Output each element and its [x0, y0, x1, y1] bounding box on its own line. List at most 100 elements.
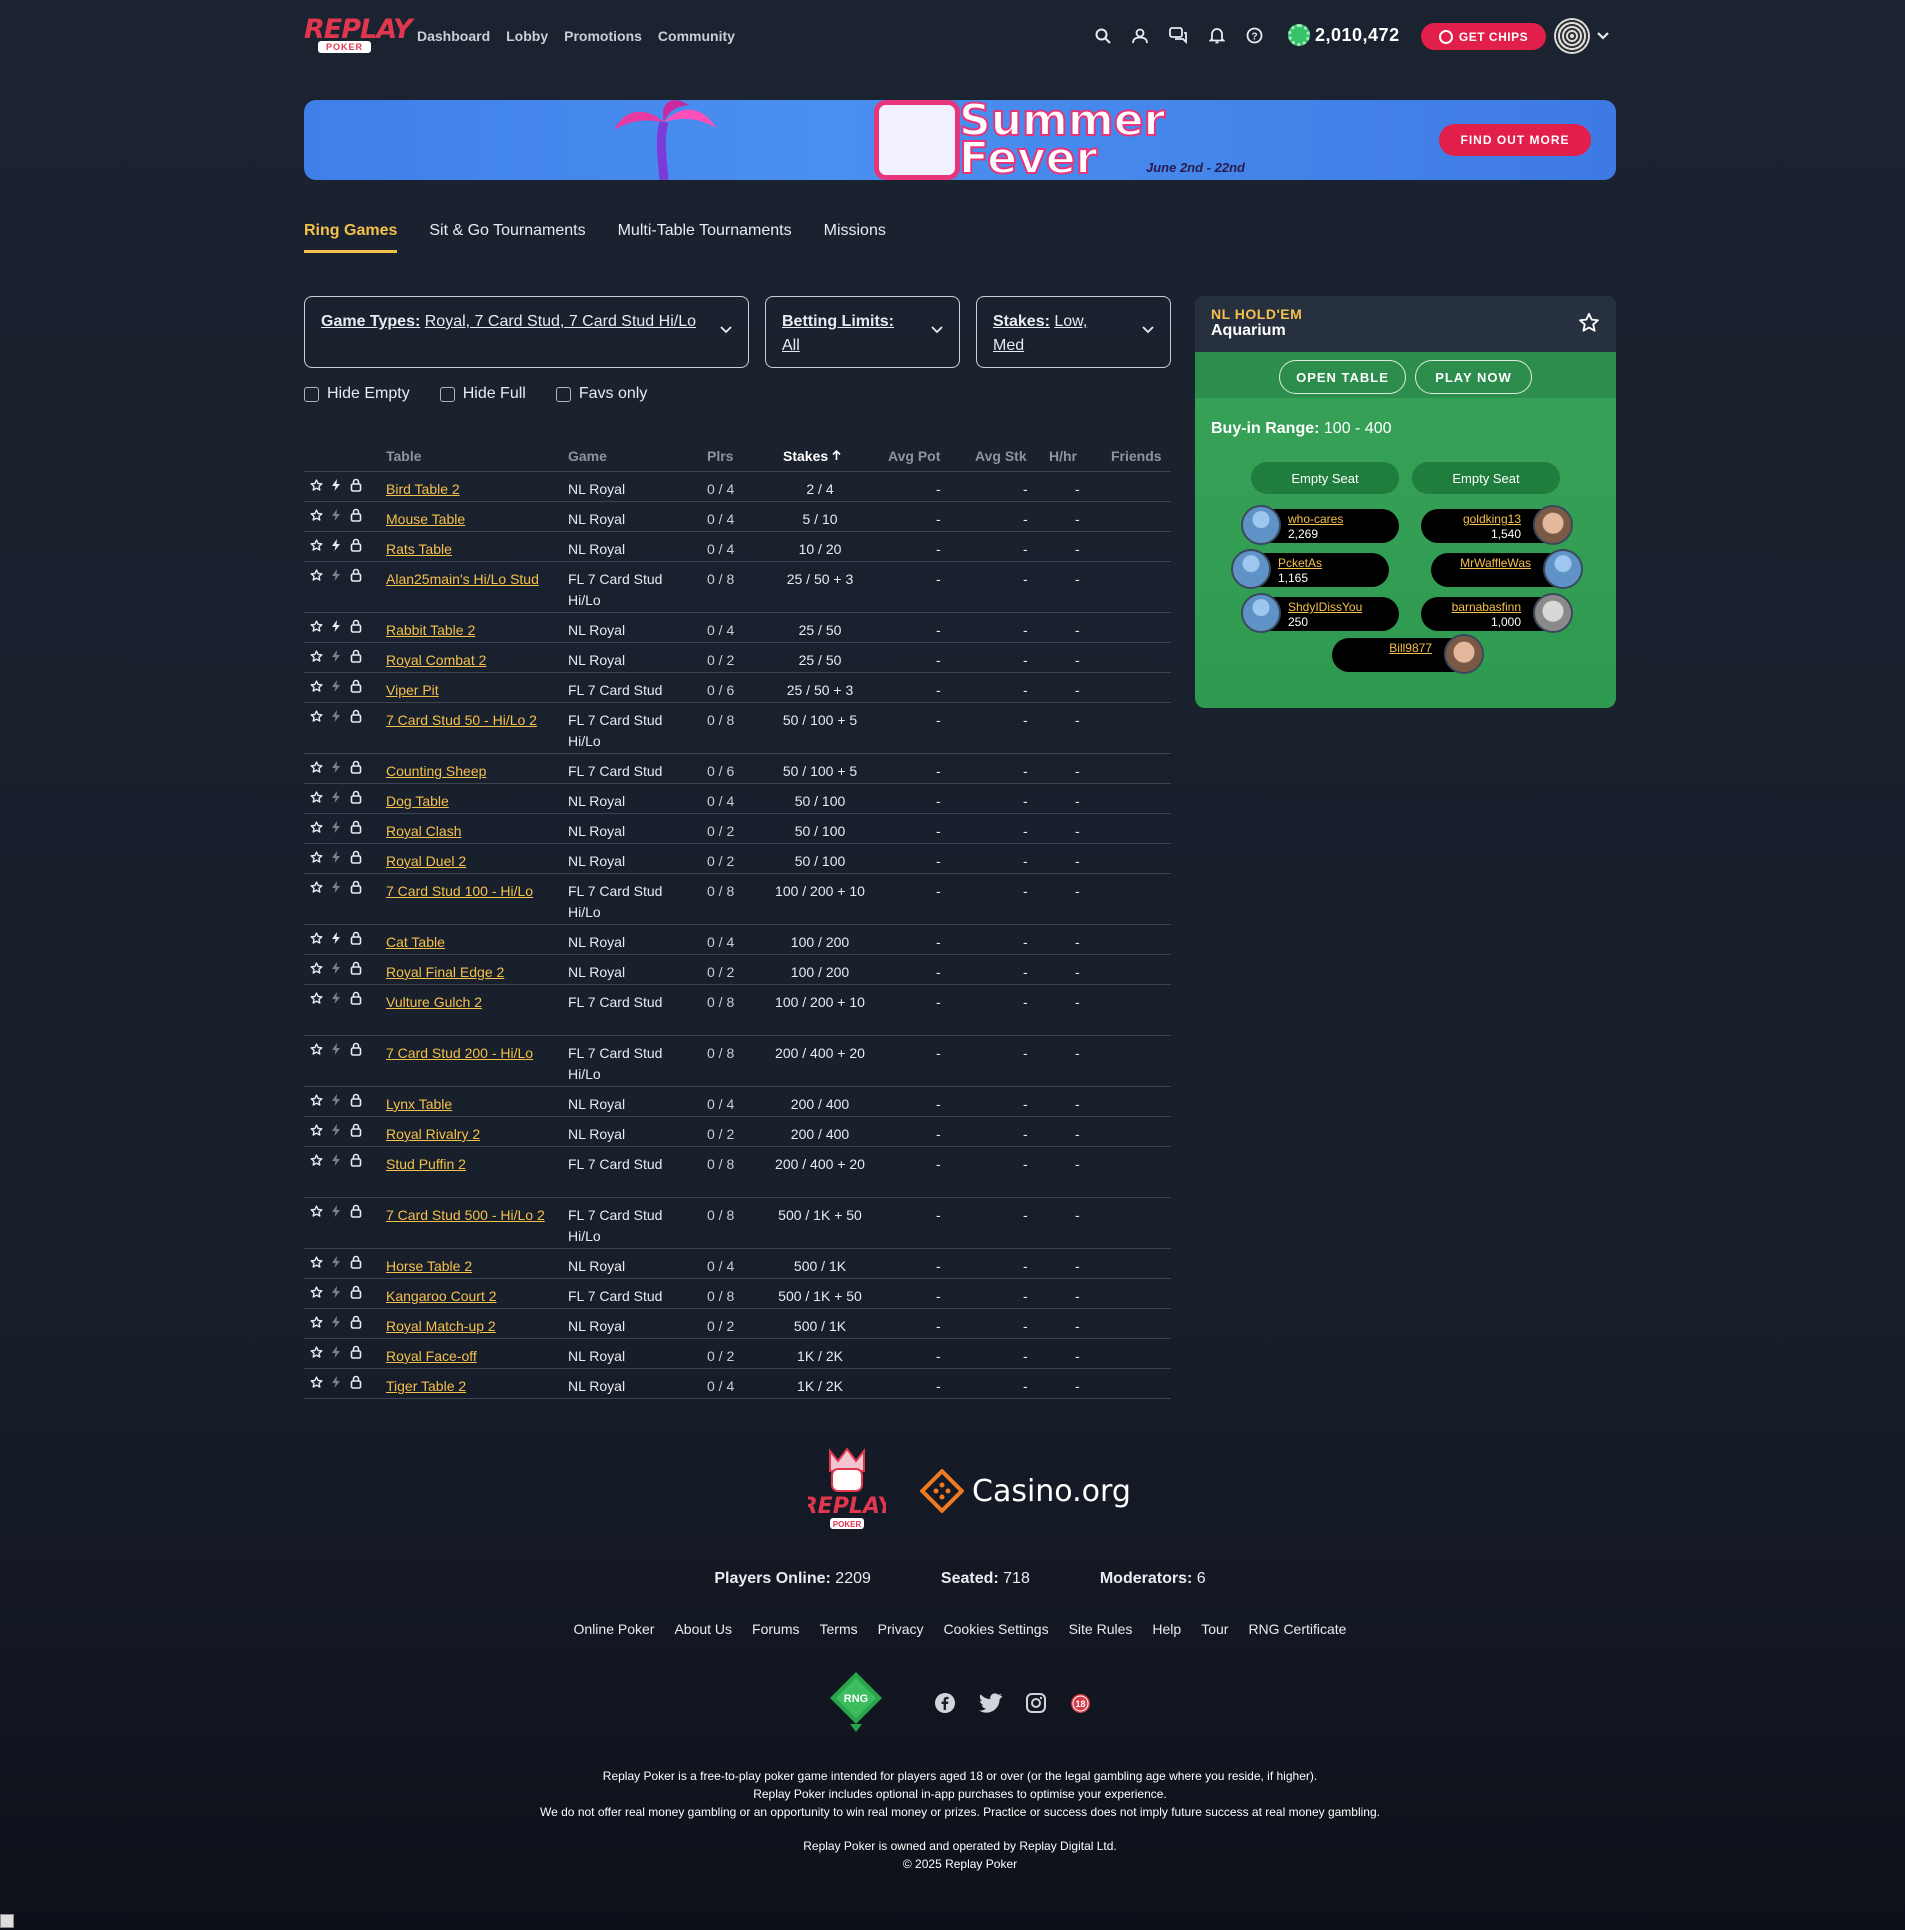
nav-promotions[interactable]: Promotions [564, 28, 642, 44]
footer-link-help[interactable]: Help [1152, 1621, 1181, 1637]
footer-link-tour[interactable]: Tour [1201, 1621, 1228, 1637]
search-icon[interactable] [1092, 25, 1113, 46]
table-row[interactable]: Kangaroo Court 2 FL 7 Card Stud 0 / 8 500 /… [304, 1279, 1171, 1309]
hide-empty-checkbox[interactable]: Hide Empty [304, 385, 410, 403]
table-name-link[interactable]: Lynx Table [386, 1094, 452, 1115]
rng-certified-badge[interactable]: RNG [828, 1670, 884, 1734]
table-row[interactable]: Royal Face-off NL Royal 0 / 2 1K / 2K - - - [304, 1339, 1171, 1369]
favs-only-checkbox[interactable]: Favs only [555, 385, 647, 403]
table-row[interactable]: 7 Card Stud 100 - Hi/Lo FL 7 Card Stud Hi… [304, 874, 1171, 925]
table-row[interactable]: Rats Table NL Royal 0 / 4 10 / 20 - - - [304, 532, 1171, 562]
player-name[interactable]: Bill9877 [1389, 641, 1432, 655]
table-row[interactable]: Viper Pit FL 7 Card Stud 0 / 6 25 / 50 + 3 -… [304, 673, 1171, 703]
table-name-link[interactable]: 7 Card Stud 100 - Hi/Lo [386, 881, 533, 902]
favorite-star-icon[interactable] [309, 991, 323, 1005]
table-row[interactable]: 7 Card Stud 200 - Hi/Lo FL 7 Card Stud Hi… [304, 1036, 1171, 1087]
favorite-star-icon[interactable] [309, 1315, 323, 1329]
table-name-link[interactable]: Royal Match-up 2 [386, 1316, 496, 1337]
casino-org-logo[interactable]: Casino.org [972, 1474, 1131, 1509]
table-name-link[interactable]: Rats Table [386, 539, 452, 560]
open-table-button[interactable]: OPEN TABLE [1279, 360, 1406, 394]
favorite-star-icon[interactable] [309, 820, 323, 834]
table-row[interactable]: Royal Combat 2 NL Royal 0 / 2 25 / 50 - - - [304, 643, 1171, 673]
tab-sit-and-go[interactable]: Sit & Go Tournaments [429, 222, 585, 253]
table-name-link[interactable]: 7 Card Stud 200 - Hi/Lo [386, 1043, 533, 1064]
col-friends[interactable]: Friends [1111, 448, 1162, 464]
table-row[interactable]: Bird Table 2 NL Royal 0 / 4 2 / 4 - - - [304, 472, 1171, 502]
table-row[interactable]: Cat Table NL Royal 0 / 4 100 / 200 - - - [304, 925, 1171, 955]
table-name-link[interactable]: Kangaroo Court 2 [386, 1286, 497, 1307]
table-row[interactable]: Royal Rivalry 2 NL Royal 0 / 2 200 / 400 - - - [304, 1117, 1171, 1147]
player-name[interactable]: ShdyIDissYou [1288, 600, 1362, 614]
table-name-link[interactable]: Horse Table 2 [386, 1256, 472, 1277]
table-row[interactable]: Royal Final Edge 2 NL Royal 0 / 2 100 / 200… [304, 955, 1171, 985]
table-name-link[interactable]: Royal Duel 2 [386, 851, 466, 872]
tab-missions[interactable]: Missions [824, 222, 886, 253]
bell-icon[interactable] [1206, 25, 1227, 46]
table-row[interactable]: Tiger Table 2 NL Royal 0 / 4 1K / 2K - - - [304, 1369, 1171, 1399]
seat-player[interactable]: goldking13 1,540 [1421, 505, 1573, 545]
stakes-filter[interactable]: Stakes: Low, Med [976, 296, 1171, 368]
favorite-star-icon[interactable] [309, 1042, 323, 1056]
favorite-star-icon[interactable] [309, 790, 323, 804]
nav-lobby[interactable]: Lobby [506, 28, 548, 44]
favorite-star-icon[interactable] [309, 478, 323, 492]
table-row[interactable]: Horse Table 2 NL Royal 0 / 4 500 / 1K - - - [304, 1249, 1171, 1279]
table-name-link[interactable]: Royal Combat 2 [386, 650, 486, 671]
table-name-link[interactable]: Bird Table 2 [386, 479, 460, 500]
table-row[interactable]: Stud Puffin 2 FL 7 Card Stud 0 / 8 200 / 40… [304, 1147, 1171, 1198]
favorite-star-icon[interactable] [309, 1153, 323, 1167]
favorite-star-icon[interactable] [309, 1204, 323, 1218]
table-row[interactable]: Mouse Table NL Royal 0 / 4 5 / 10 - - - [304, 502, 1171, 532]
tab-ring-games[interactable]: Ring Games [304, 222, 398, 253]
table-row[interactable]: 7 Card Stud 50 - Hi/Lo 2 FL 7 Card Stud H… [304, 703, 1171, 754]
checkbox-box[interactable] [555, 386, 571, 402]
favorite-star-icon[interactable] [309, 619, 323, 633]
hide-full-checkbox[interactable]: Hide Full [439, 385, 526, 403]
checkbox-box[interactable] [304, 386, 319, 402]
table-row[interactable]: Alan25main's Hi/Lo Stud FL 7 Card Stud Hi… [304, 562, 1171, 613]
table-row[interactable]: Vulture Gulch 2 FL 7 Card Stud 0 / 8 100 / … [304, 985, 1171, 1036]
nav-dashboard[interactable]: Dashboard [417, 28, 490, 44]
footer-link-site-rules[interactable]: Site Rules [1069, 1621, 1133, 1637]
favorite-star-icon[interactable] [309, 1345, 323, 1359]
table-row[interactable]: Royal Duel 2 NL Royal 0 / 2 50 / 100 - - - [304, 844, 1171, 874]
table-row[interactable]: Royal Clash NL Royal 0 / 2 50 / 100 - - - [304, 814, 1171, 844]
table-name-link[interactable]: Royal Rivalry 2 [386, 1124, 480, 1145]
friends-icon[interactable] [1130, 25, 1151, 46]
tab-multi-table[interactable]: Multi-Table Tournaments [618, 222, 792, 253]
table-name-link[interactable]: 7 Card Stud 500 - Hi/Lo 2 [386, 1205, 545, 1226]
replay-poker-logo[interactable]: REPLAY POKER [304, 16, 413, 58]
betting-limits-filter[interactable]: Betting Limits: All [765, 296, 960, 368]
favorite-star-icon[interactable] [309, 679, 323, 693]
table-row[interactable]: 7 Card Stud 500 - Hi/Lo 2 FL 7 Card Stud … [304, 1198, 1171, 1249]
table-row[interactable]: Rabbit Table 2 NL Royal 0 / 4 25 / 50 - - - [304, 613, 1171, 643]
table-name-link[interactable]: Tiger Table 2 [386, 1376, 466, 1397]
table-name-link[interactable]: 7 Card Stud 50 - Hi/Lo 2 [386, 710, 537, 731]
col-avg-pot[interactable]: Avg Pot [888, 448, 940, 464]
table-name-link[interactable]: Cat Table [386, 932, 445, 953]
table-name-link[interactable]: Mouse Table [386, 509, 465, 530]
favorite-star-icon[interactable] [309, 1285, 323, 1299]
empty-seat-button[interactable]: Empty Seat [1251, 462, 1399, 494]
col-plrs[interactable]: Plrs [707, 448, 733, 464]
instagram-icon[interactable] [1025, 1692, 1047, 1714]
seat-player[interactable]: who-cares 2,269 [1241, 505, 1399, 545]
checkbox-box[interactable] [439, 386, 455, 402]
seat-player[interactable]: barnabasfinn 1,000 [1421, 593, 1573, 633]
player-name[interactable]: MrWaffleWas [1460, 556, 1531, 570]
footer-link-privacy[interactable]: Privacy [878, 1621, 924, 1637]
player-name[interactable]: PcketAs [1278, 556, 1322, 570]
favorite-star-icon[interactable] [309, 880, 323, 894]
get-chips-button[interactable]: GET CHIPS [1421, 23, 1546, 50]
favorite-star-icon[interactable] [309, 850, 323, 864]
col-table[interactable]: Table [386, 448, 422, 464]
replay-poker-footer-logo[interactable]: REPLAY POKER [808, 1447, 886, 1533]
favorite-star-icon[interactable] [309, 1093, 323, 1107]
favorite-star-icon[interactable] [309, 709, 323, 723]
col-avg-stk[interactable]: Avg Stk [975, 448, 1027, 464]
footer-link-online-poker[interactable]: Online Poker [574, 1621, 655, 1637]
user-avatar[interactable] [1554, 18, 1590, 54]
col-game[interactable]: Game [568, 448, 607, 464]
table-row[interactable]: Counting Sheep FL 7 Card Stud 0 / 6 50 / 10… [304, 754, 1171, 784]
